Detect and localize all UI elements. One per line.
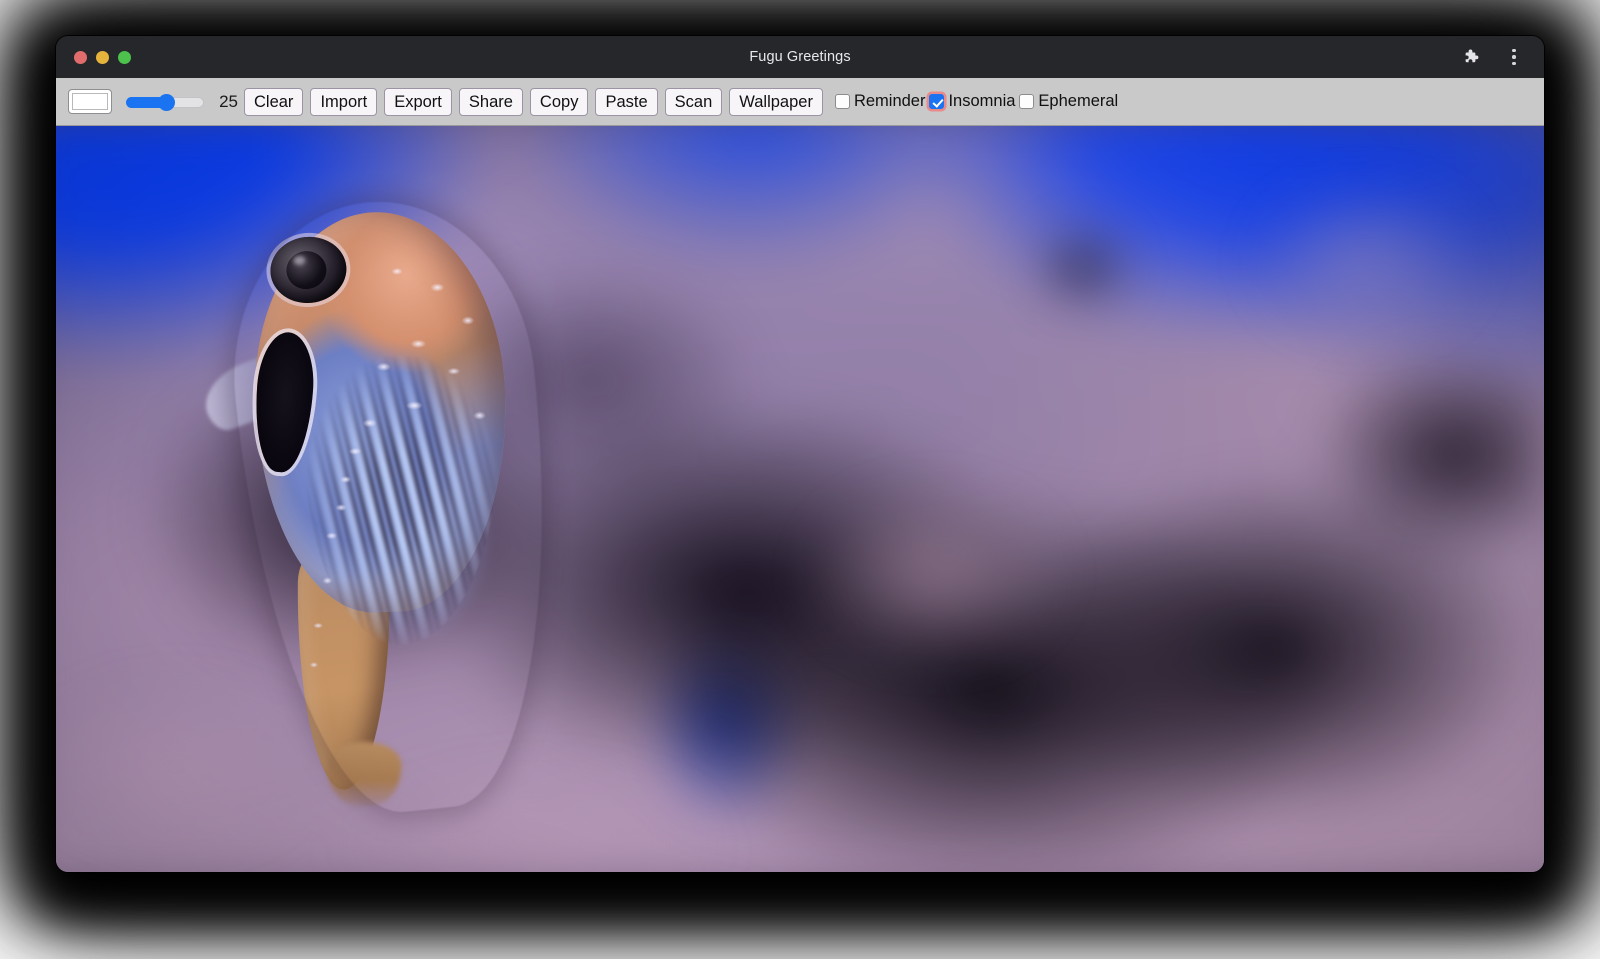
ephemeral-checkbox-box[interactable] [1019,94,1034,109]
share-button[interactable]: Share [459,88,523,116]
window-title: Fugu Greetings [56,49,1544,65]
copy-button[interactable]: Copy [530,88,589,116]
color-swatch-fill [72,93,108,110]
clear-button[interactable]: Clear [244,88,303,116]
app-toolbar: 25 Clear Import Export Share Copy Paste … [56,78,1544,126]
slider-value-label: 25 [216,92,238,112]
paste-button[interactable]: Paste [595,88,657,116]
desktop-background: Fugu Greetings [0,0,1600,959]
reminder-checkbox-box[interactable] [835,94,850,109]
reminder-checkbox[interactable]: Reminder [835,92,926,111]
vertical-dots [1512,49,1516,66]
import-button[interactable]: Import [310,88,377,116]
line-width-slider[interactable] [126,95,204,109]
app-window: Fugu Greetings [56,36,1544,872]
wallpaper-button[interactable]: Wallpaper [729,88,823,116]
more-menu-icon[interactable] [1502,45,1526,69]
drawing-canvas[interactable] [56,126,1544,872]
minimize-window-button[interactable] [96,51,109,64]
insomnia-checkbox-box[interactable] [929,94,944,109]
slider-thumb[interactable] [158,94,175,111]
pufferfish-image [175,163,618,819]
toolbar-checkbox-group: Reminder Insomnia Ephemeral [835,92,1122,111]
insomnia-checkbox[interactable]: Insomnia [929,92,1015,111]
titlebar-actions [1460,45,1532,69]
title-bar: Fugu Greetings [56,36,1544,78]
insomnia-checkbox-label: Insomnia [948,92,1015,111]
traffic-light-group [74,51,131,64]
scan-button[interactable]: Scan [665,88,723,116]
close-window-button[interactable] [74,51,87,64]
maximize-window-button[interactable] [118,51,131,64]
reminder-checkbox-label: Reminder [854,92,926,111]
pufferfish-soft-shadow [217,187,579,825]
ephemeral-checkbox-label: Ephemeral [1038,92,1118,111]
extensions-icon[interactable] [1460,45,1484,69]
ephemeral-checkbox[interactable]: Ephemeral [1019,92,1118,111]
color-picker[interactable] [68,89,112,114]
export-button[interactable]: Export [384,88,452,116]
